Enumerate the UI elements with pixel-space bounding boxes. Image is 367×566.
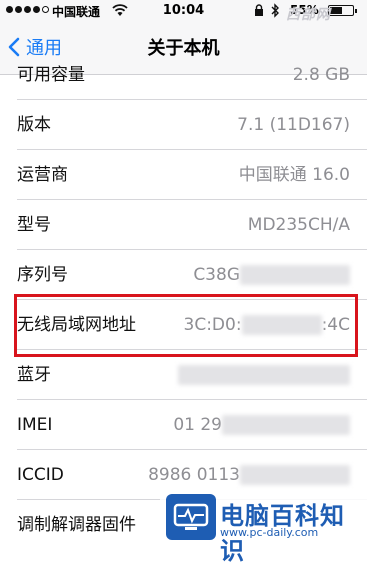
redacted-value (178, 365, 350, 385)
battery-icon (328, 5, 357, 16)
row-label: 可用容量 (17, 65, 85, 85)
row-label: 蓝牙 (17, 365, 51, 385)
list-item-version: 版本 7.1 (11D167) (0, 100, 367, 150)
list-item-capacity: 可用容量 2.8 GB (0, 50, 367, 100)
redacted-value (240, 465, 350, 485)
list-item-serial-number: 序列号 C38G (0, 250, 367, 300)
row-value: 中国联通 16.0 (238, 165, 350, 185)
row-label: IMEI (17, 415, 53, 435)
highlight-box (14, 294, 358, 357)
row-label: 调制解调器固件 (17, 515, 136, 535)
monitor-icon (166, 494, 216, 540)
rotation-lock-icon (255, 4, 263, 16)
redacted-value (240, 265, 350, 285)
watermark-logo-url: www.pc-daily.com (220, 526, 319, 539)
row-label: 版本 (17, 115, 51, 135)
row-label: 运营商 (17, 165, 68, 185)
redacted-value (222, 415, 350, 435)
status-bar: 中国联通 10:04 55% 西部网 (0, 0, 367, 23)
row-value (178, 350, 350, 400)
row-value: C38G (193, 250, 350, 300)
bluetooth-icon (271, 3, 279, 18)
row-label: 型号 (17, 215, 51, 235)
list-item-model: 型号 MD235CH/A (0, 200, 367, 250)
row-label: ICCID (17, 465, 64, 485)
row-label: 序列号 (17, 265, 68, 285)
list-item-bluetooth: 蓝牙 (0, 350, 367, 400)
watermark-logo: 电脑百科知识 www.pc-daily.com (160, 490, 367, 565)
watermark-text: 西部网 (286, 7, 331, 23)
list-item-imei: IMEI 01 29 (0, 400, 367, 450)
row-value: MD235CH/A (247, 215, 350, 235)
row-value: 2.8 GB (292, 65, 350, 85)
row-value: 7.1 (11D167) (237, 115, 350, 135)
list-item-carrier: 运营商 中国联通 16.0 (0, 150, 367, 200)
row-value: 01 29 (173, 400, 350, 450)
